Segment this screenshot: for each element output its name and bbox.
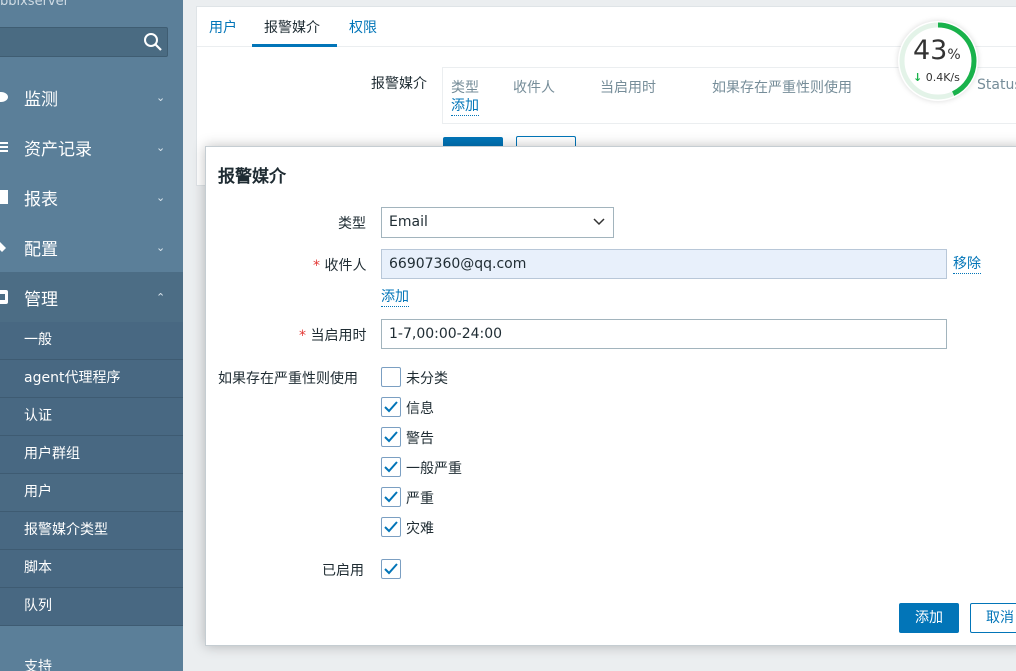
severity-warning-checkbox[interactable] xyxy=(381,427,401,447)
checkmark-icon xyxy=(384,491,398,503)
severity-label-warning: 警告 xyxy=(406,431,434,447)
tab-permissions[interactable]: 权限 xyxy=(349,17,377,37)
menu-monitoring[interactable]: 监测 ⌄ xyxy=(0,72,183,122)
recipient-label: * 收件人 xyxy=(313,258,367,274)
tab-user[interactable]: 用户 xyxy=(209,17,237,37)
add-recipient-link[interactable]: 添加 xyxy=(381,289,409,307)
severity-label: 如果存在严重性则使用 xyxy=(218,371,358,387)
wrench-icon xyxy=(0,242,6,252)
menu-administration[interactable]: 管理 ⌃ xyxy=(0,272,183,322)
severity-label-average: 一般严重 xyxy=(406,461,462,477)
submenu-scripts[interactable]: 脚本 xyxy=(0,550,183,588)
remove-recipient-link[interactable]: 移除 xyxy=(953,256,981,274)
when-active-label: * 当启用时 xyxy=(299,328,367,344)
menu-support[interactable]: 支持 xyxy=(24,656,52,671)
report-icon xyxy=(0,190,8,204)
checkmark-icon xyxy=(384,461,398,473)
speed-rate: ↓ 0.4K/s xyxy=(913,71,960,84)
tab-media[interactable]: 报警媒介 xyxy=(264,17,320,37)
chevron-down-icon: ⌄ xyxy=(156,90,166,104)
arrow-down-icon: ↓ xyxy=(913,71,923,84)
menu-label: 管理 xyxy=(24,289,58,310)
checkmark-icon xyxy=(384,401,398,413)
tab-bar: 用户 报警媒介 权限 xyxy=(197,7,1016,47)
chevron-down-icon xyxy=(593,218,605,226)
dialog-title: 报警媒介 xyxy=(218,167,286,187)
type-select-value: Email xyxy=(389,214,428,230)
severity-information-checkbox[interactable] xyxy=(381,397,401,417)
severity-high-checkbox[interactable] xyxy=(381,487,401,507)
chevron-down-icon: ⌄ xyxy=(156,240,166,254)
sidebar: bbixserver 监测 ⌄ 资产记录 ⌄ 报表 ⌄ 配置 ⌄ 管理 ⌃ 一般… xyxy=(0,0,183,671)
menu-label: 报表 xyxy=(24,189,58,210)
chevron-up-icon: ⌃ xyxy=(156,290,166,304)
menu-configuration[interactable]: 配置 ⌄ xyxy=(0,222,183,272)
submenu-proxies[interactable]: agent代理程序 xyxy=(0,360,183,398)
media-section-label: 报警媒介 xyxy=(371,76,427,92)
media-dialog: 报警媒介 类型 Email * 收件人 66907360@qq.com 移除 添… xyxy=(205,146,1016,646)
recipient-input[interactable]: 66907360@qq.com xyxy=(381,249,947,279)
severity-label-information: 信息 xyxy=(406,401,434,417)
submenu-authentication[interactable]: 认证 xyxy=(0,398,183,436)
column-header-status: Status xyxy=(977,77,1016,93)
menu-reports[interactable]: 报表 ⌄ xyxy=(0,172,183,222)
speed-percent: 43% xyxy=(913,35,961,66)
enabled-label: 已启用 xyxy=(322,563,364,579)
active-tab-indicator xyxy=(252,44,337,47)
admin-submenu: 一般 agent代理程序 认证 用户群组 用户 报警媒介类型 脚本 队列 xyxy=(0,322,183,626)
eye-icon xyxy=(0,92,8,102)
checkmark-icon xyxy=(384,431,398,443)
submenu-user-groups[interactable]: 用户群组 xyxy=(0,436,183,474)
submenu-media-types[interactable]: 报警媒介类型 xyxy=(0,512,183,550)
submenu-users[interactable]: 用户 xyxy=(0,474,183,512)
type-select[interactable]: Email xyxy=(381,207,614,238)
cancel-button[interactable]: 取消 xyxy=(970,603,1016,633)
network-speed-widget[interactable]: 43% ↓ 0.4K/s xyxy=(898,21,978,101)
submenu-general[interactable]: 一般 xyxy=(0,322,183,360)
severity-disaster-checkbox[interactable] xyxy=(381,517,401,537)
severity-not-classified-checkbox[interactable] xyxy=(381,367,401,387)
enabled-checkbox[interactable] xyxy=(381,559,401,579)
severity-label-high: 严重 xyxy=(406,491,434,507)
severity-label-disaster: 灾难 xyxy=(406,521,434,537)
menu-inventory[interactable]: 资产记录 ⌄ xyxy=(0,122,183,172)
severity-label-not-classified: 未分类 xyxy=(406,371,448,387)
menu-label: 配置 xyxy=(24,239,58,260)
add-media-link[interactable]: 添加 xyxy=(451,98,479,116)
menu-label: 资产记录 xyxy=(24,139,92,160)
column-header-type: 类型 xyxy=(451,80,479,96)
gear-icon xyxy=(0,290,8,304)
checkmark-icon xyxy=(384,563,398,575)
column-header-severity: 如果存在严重性则使用 xyxy=(712,80,852,96)
add-button[interactable]: 添加 xyxy=(899,603,959,633)
search-icon[interactable] xyxy=(142,31,164,53)
list-icon xyxy=(0,142,8,152)
checkmark-icon xyxy=(384,521,398,533)
severity-average-checkbox[interactable] xyxy=(381,457,401,477)
logo-text: bbixserver xyxy=(0,0,69,9)
menu-label: 监测 xyxy=(24,89,58,110)
chevron-down-icon: ⌄ xyxy=(156,190,166,204)
column-header-when-active: 当启用时 xyxy=(600,80,656,96)
chevron-down-icon: ⌄ xyxy=(156,140,166,154)
column-header-send-to: 收件人 xyxy=(513,80,555,96)
submenu-queue[interactable]: 队列 xyxy=(0,588,183,626)
type-label: 类型 xyxy=(338,216,366,232)
when-active-input[interactable]: 1-7,00:00-24:00 xyxy=(381,319,947,349)
